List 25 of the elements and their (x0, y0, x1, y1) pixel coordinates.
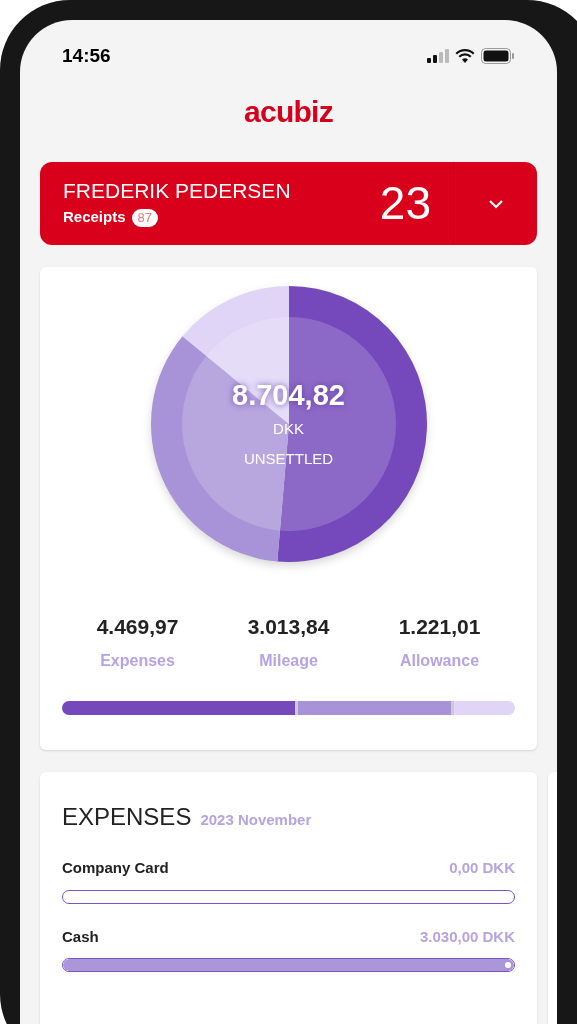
receipt-count: 23 (379, 176, 432, 231)
currency-label: DKK (273, 418, 304, 439)
expense-amount: 0,00 DKK (449, 858, 515, 878)
expense-label: Company Card (62, 858, 169, 878)
chevron-down-icon (487, 198, 504, 209)
status-label: UNSETTLED (243, 449, 334, 470)
segment-amount: 3.013,84 (247, 614, 330, 640)
receipts-label: Receipts (63, 207, 126, 228)
user-name: FREDERIK PEDERSEN (63, 178, 292, 205)
logo: acubiz (244, 97, 333, 127)
expenses-title: EXPENSES (62, 802, 192, 832)
segment-label: Allowance (399, 650, 480, 671)
segment-label: Mileage (259, 650, 318, 671)
signal-icon (427, 49, 449, 63)
expense-amount: 3.030,00 DKK (419, 926, 515, 947)
segment-label: Expenses (100, 650, 175, 671)
status-time: 14:56 (62, 43, 111, 68)
segment-amount: 4.469,97 (96, 614, 179, 640)
expense-label: Cash (62, 926, 99, 947)
user-card[interactable]: FREDERIK PEDERSEN Receipts 87 23 (40, 162, 537, 245)
wifi-icon (455, 49, 475, 63)
receipts-count-badge: 87 (131, 208, 158, 227)
segment-amount: 1.221,01 (398, 614, 481, 640)
expenses-period: 2023 November (200, 810, 312, 830)
battery-icon (481, 48, 515, 64)
